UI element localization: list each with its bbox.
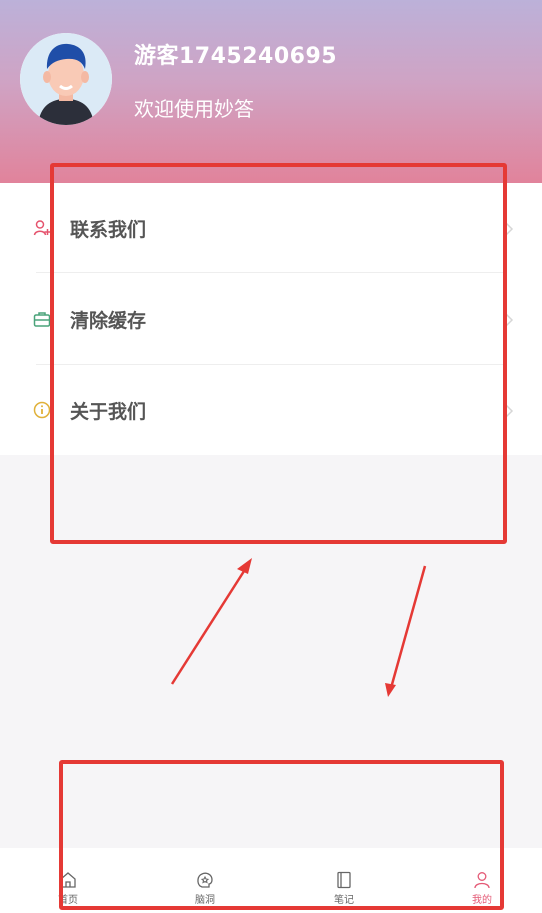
annotation-arrow-up bbox=[170, 567, 248, 685]
annotation-arrow-down bbox=[389, 565, 427, 689]
annotation-arrowhead-down bbox=[385, 683, 396, 697]
annotation-arrowhead-up bbox=[237, 558, 252, 574]
annotation-arrows bbox=[170, 558, 427, 697]
